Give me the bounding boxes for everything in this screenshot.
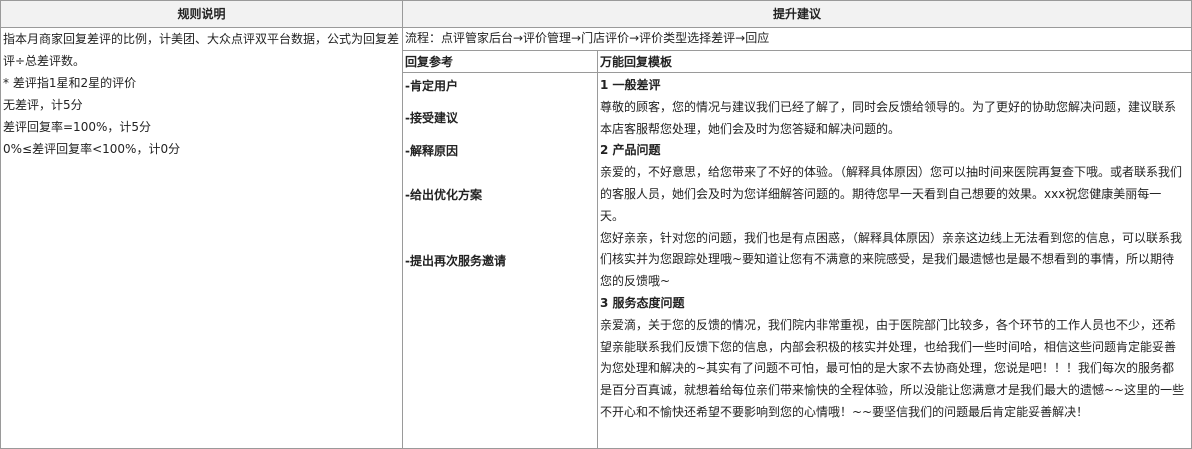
rule-definition: * 差评指1星和2星的评价 [3, 76, 137, 90]
rule-no-negative: 无差评，计5分 [3, 98, 83, 112]
rule-partial-rate: 0%≤差评回复率<100%，计0分 [3, 142, 181, 156]
template-heading-service: 3 服务态度问题 [600, 295, 685, 310]
rules-description: 指本月商家回复差评的比例，计美团、大众点评双平台数据，公式为回复差评÷总差评数。… [3, 28, 399, 160]
reply-templates: 1 一般差评 尊敬的顾客，您的情况与建议我们已经了解了，同时会反馈给领导的。为了… [600, 75, 1185, 424]
reference-item-explain: -解释原因 [405, 144, 458, 158]
template-general-text: 尊敬的顾客，您的情况与建议我们已经了解了，同时会反馈给领导的。为了更好的协助您解… [600, 99, 1177, 136]
template-heading-general: 1 一般差评 [600, 78, 661, 92]
header-suggestion: 提升建议 [403, 1, 1191, 27]
subheader-template: 万能回复模板 [600, 55, 673, 69]
subheader-divider [403, 72, 1191, 73]
column-divider-main [402, 1, 403, 448]
rule-full-rate: 差评回复率=100%，计5分 [3, 120, 151, 134]
reference-item-invite: -提出再次服务邀请 [405, 254, 506, 268]
template-service-text: 亲爱滴，关于您的反馈的情况，我们院内非常重视，由于医院部门比较多，各个环节的工作… [600, 317, 1185, 419]
header-rules: 规则说明 [1, 1, 402, 27]
reference-item-accept: -接受建议 [405, 111, 458, 125]
rule-formula: 指本月商家回复差评的比例，计美团、大众点评双平台数据，公式为回复差评÷总差评数。 [3, 32, 400, 68]
template-product-text-2: 您好亲亲，针对您的问题，我们也是有点困惑，（解释具体原因）亲亲这边线上无法看到您… [600, 230, 1183, 289]
flow-divider [403, 50, 1191, 51]
template-product-text-1: 亲爱的，不好意思，给您带来了不好的体验。（解释具体原因）您可以抽时间来医院再复查… [600, 165, 1183, 223]
reference-item-affirm: -肯定用户 [405, 79, 458, 93]
reference-item-optimize: -给出优化方案 [405, 188, 482, 202]
template-heading-product: 2 产品问题 [600, 143, 661, 158]
process-flow: 流程：点评管家后台→评价管理→门店评价→评价类型选择差评→回应 [405, 31, 770, 45]
column-divider-sub [597, 51, 598, 448]
subheader-reference: 回复参考 [405, 55, 454, 69]
